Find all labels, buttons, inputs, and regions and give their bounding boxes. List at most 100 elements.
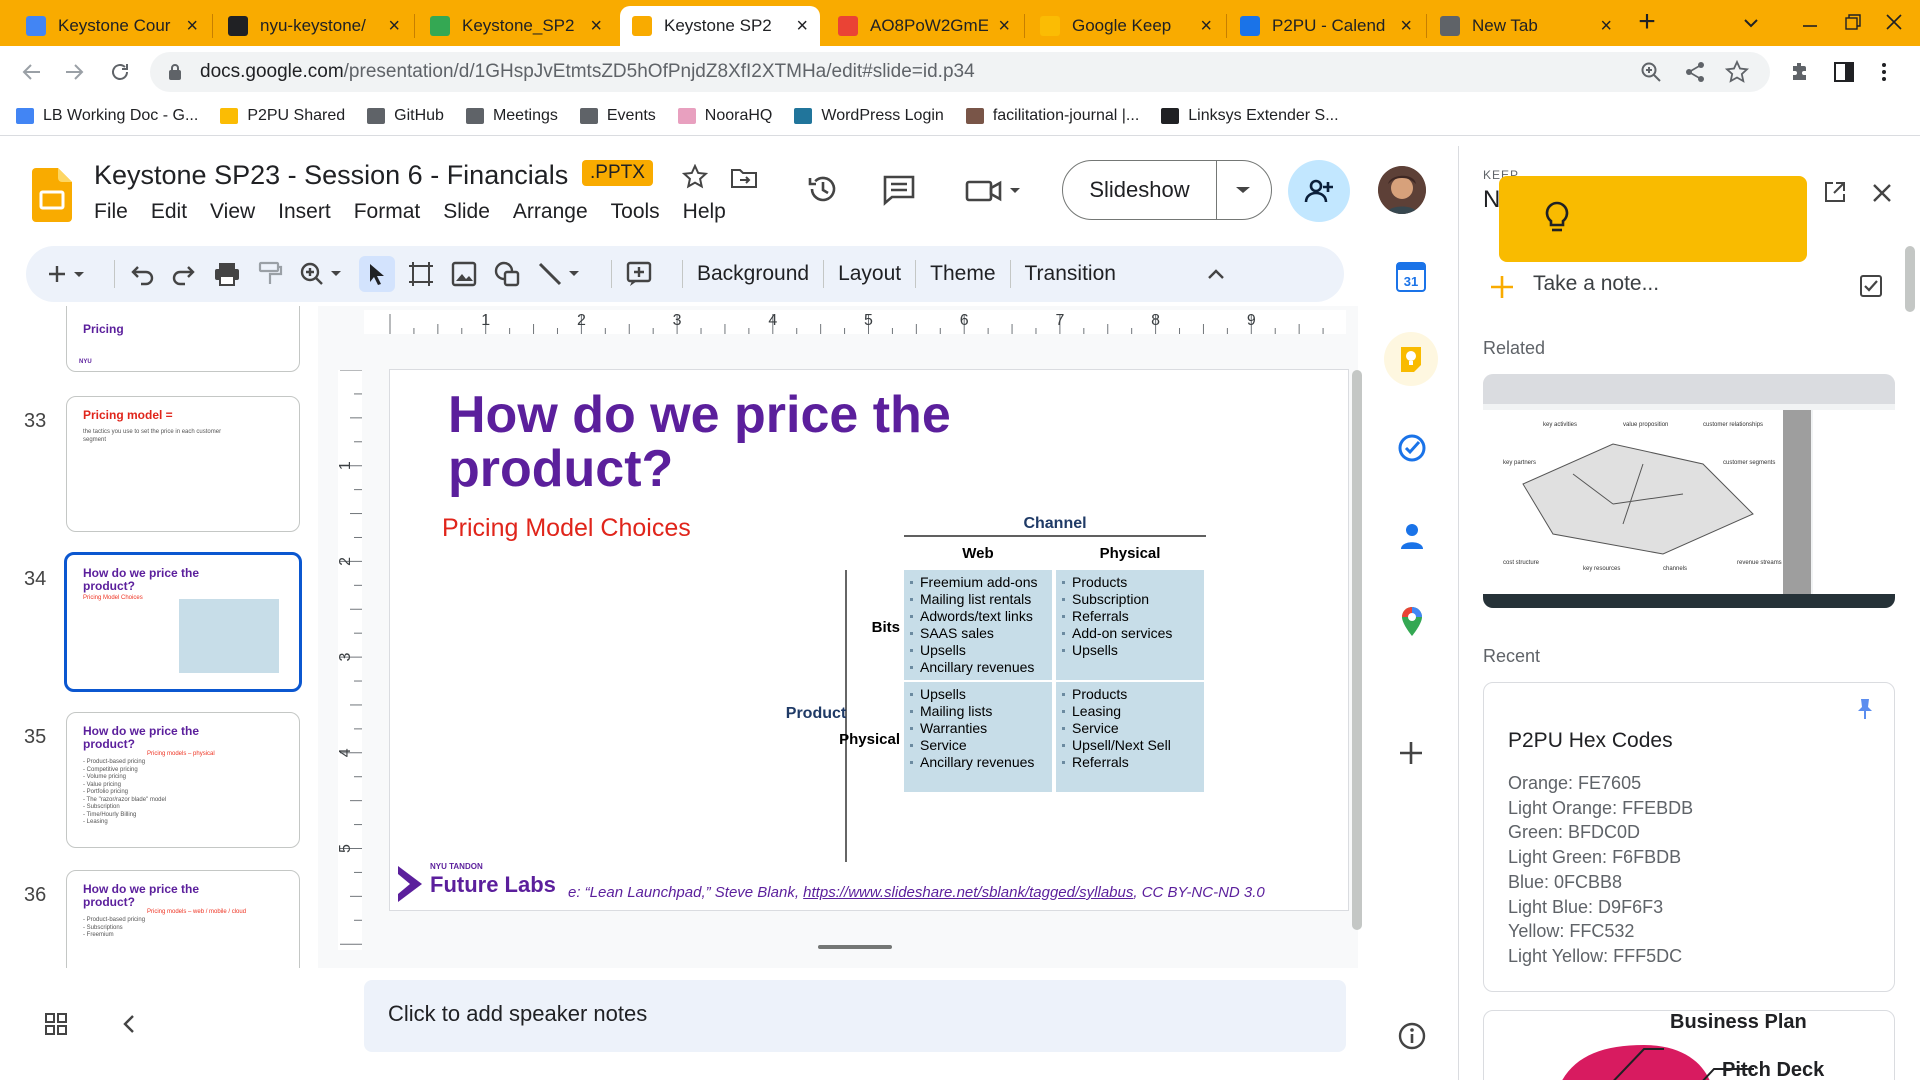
close-tab-icon[interactable]: × — [998, 16, 1010, 36]
grid-view-icon[interactable] — [44, 1012, 68, 1036]
slide-subtitle[interactable]: Pricing Model Choices — [442, 514, 691, 543]
speaker-notes[interactable]: Click to add speaker notes — [364, 980, 1346, 1052]
slide-thumbnail-34[interactable]: How do we price the product? Pricing Mode… — [64, 552, 302, 692]
recent-note-card[interactable]: P2PU Hex Codes Orange: FE7605 Light Orang… — [1483, 682, 1895, 992]
restore-icon[interactable] — [1843, 12, 1863, 32]
close-window-icon[interactable] — [1884, 12, 1904, 32]
calendar-icon[interactable]: 31 — [1396, 262, 1426, 292]
maps-icon[interactable] — [1400, 606, 1424, 638]
share-page-icon[interactable] — [1684, 61, 1706, 83]
redo-icon[interactable] — [171, 262, 197, 286]
menu-slide[interactable]: Slide — [443, 200, 490, 224]
menu-file[interactable]: File — [94, 200, 128, 224]
bookmark-0[interactable]: LB Working Doc - G... — [16, 107, 198, 125]
menu-insert[interactable]: Insert — [278, 200, 331, 224]
document-title[interactable]: Keystone SP23 - Session 6 - Financials — [94, 160, 568, 191]
source-link[interactable]: https://www.slideshare.net/sblank/tagged… — [803, 884, 1133, 901]
star-icon[interactable] — [682, 164, 708, 190]
new-tab-button[interactable]: + — [1632, 7, 1662, 38]
forward-icon[interactable] — [62, 60, 86, 84]
meet-icon[interactable] — [964, 176, 1022, 206]
layout-button[interactable]: Layout — [838, 262, 901, 286]
print-icon[interactable] — [213, 261, 241, 287]
minimize-icon[interactable] — [1800, 10, 1820, 30]
add-addon-icon[interactable] — [1398, 740, 1424, 766]
tab-4[interactable]: AO8PoW2GmE × — [826, 6, 1022, 46]
browser-menu-icon[interactable] — [1880, 60, 1888, 84]
slide-thumbnail-36[interactable]: How do we price the product? Pricing mode… — [66, 870, 300, 968]
bookmark-5[interactable]: NooraHQ — [677, 107, 772, 125]
tab-0[interactable]: Keystone Cour × — [14, 6, 210, 46]
take-note-input[interactable]: Take a note... — [1533, 272, 1659, 296]
side-panel-icon[interactable] — [1832, 60, 1856, 84]
new-slide-icon[interactable] — [48, 262, 84, 286]
back-icon[interactable] — [20, 60, 44, 84]
contacts-icon[interactable] — [1400, 522, 1424, 550]
menu-help[interactable]: Help — [683, 200, 726, 224]
tab-7[interactable]: New Tab × — [1428, 6, 1624, 46]
close-tab-icon[interactable]: × — [796, 16, 808, 36]
menu-tools[interactable]: Tools — [611, 200, 660, 224]
horizontal-ruler[interactable]: 1 2 3 4 5 6 7 8 9 — [364, 310, 1346, 334]
zoom-dropdown-icon[interactable] — [299, 261, 343, 287]
bookmark-7[interactable]: facilitation-journal |... — [965, 107, 1139, 125]
frame-select-icon[interactable] — [407, 260, 435, 288]
next-note-card[interactable]: Business Plan Pitch Deck — [1483, 1010, 1895, 1080]
menu-format[interactable]: Format — [354, 200, 421, 224]
undo-icon[interactable] — [129, 262, 155, 286]
transition-button[interactable]: Transition — [1025, 262, 1116, 286]
collapse-filmstrip-icon[interactable] — [122, 1012, 136, 1036]
close-tab-icon[interactable]: × — [590, 16, 602, 36]
slides-logo-icon[interactable] — [32, 168, 72, 222]
insert-comment-icon[interactable] — [626, 261, 652, 287]
keep-scrollbar[interactable] — [1905, 246, 1915, 312]
paint-format-icon[interactable] — [257, 261, 283, 287]
image-icon[interactable] — [451, 261, 477, 287]
close-tab-icon[interactable]: × — [1400, 16, 1412, 36]
tab-6[interactable]: P2PU - Calend × — [1228, 6, 1424, 46]
slide-canvas[interactable]: How do we price the product? Pricing Mod… — [390, 370, 1348, 910]
info-icon[interactable] — [1398, 1022, 1426, 1050]
move-folder-icon[interactable] — [730, 166, 758, 190]
reload-icon[interactable] — [108, 60, 132, 84]
bookmark-2[interactable]: GitHub — [367, 107, 444, 125]
vertical-ruler[interactable]: 1 2 3 4 5 — [338, 370, 362, 950]
close-tab-icon[interactable]: × — [1600, 16, 1612, 36]
slide-thumbnail-35[interactable]: How do we price the product? Pricing mode… — [66, 712, 300, 848]
keep-icon[interactable] — [1384, 332, 1438, 386]
tasks-icon[interactable] — [1398, 434, 1426, 462]
bookmark-6[interactable]: WordPress Login — [794, 107, 944, 125]
tab-3[interactable]: Keystone SP2 × — [620, 6, 820, 46]
collapse-toolbar-icon[interactable] — [1206, 267, 1226, 281]
related-preview-card[interactable]: key activities value proposition customer … — [1483, 374, 1895, 608]
menu-view[interactable]: View — [210, 200, 255, 224]
notes-resize-handle[interactable] — [818, 945, 892, 949]
menu-arrange[interactable]: Arrange — [513, 200, 588, 224]
address-bar[interactable]: docs.google.com/presentation/d/1GHspJvEt… — [150, 52, 1770, 92]
comments-icon[interactable] — [882, 174, 916, 206]
bookmark-1[interactable]: P2PU Shared — [220, 107, 345, 125]
slideshow-button[interactable]: Slideshow — [1062, 160, 1272, 220]
shape-icon[interactable] — [493, 260, 521, 288]
bookmark-star-icon[interactable] — [1725, 60, 1749, 84]
bookmark-3[interactable]: Meetings — [465, 107, 558, 125]
pin-icon[interactable] — [1856, 697, 1874, 721]
line-tool-icon[interactable] — [537, 261, 581, 287]
slide-thumbnail-33[interactable]: Pricing model = the tactics you use to se… — [66, 396, 300, 532]
new-list-icon[interactable] — [1859, 274, 1883, 298]
pricing-table[interactable]: Channel Web Physical Product Bits Freemium ad… — [710, 506, 1230, 866]
background-button[interactable]: Background — [697, 262, 809, 286]
close-tab-icon[interactable]: × — [186, 16, 198, 36]
add-note-plus-icon[interactable] — [1489, 274, 1515, 300]
slide-thumbnail-partial[interactable]: Pricing NYU — [66, 306, 300, 372]
tab-search-icon[interactable] — [1742, 14, 1760, 32]
share-button[interactable] — [1288, 160, 1350, 222]
open-in-new-icon[interactable] — [1823, 180, 1847, 204]
version-history-icon[interactable] — [806, 172, 840, 206]
close-panel-icon[interactable] — [1871, 182, 1893, 204]
avatar[interactable] — [1378, 166, 1426, 214]
slideshow-dropdown-icon[interactable] — [1233, 184, 1253, 196]
slide-title[interactable]: How do we price the product? — [448, 388, 1068, 496]
theme-button[interactable]: Theme — [930, 262, 995, 286]
bookmark-4[interactable]: Events — [579, 107, 656, 125]
